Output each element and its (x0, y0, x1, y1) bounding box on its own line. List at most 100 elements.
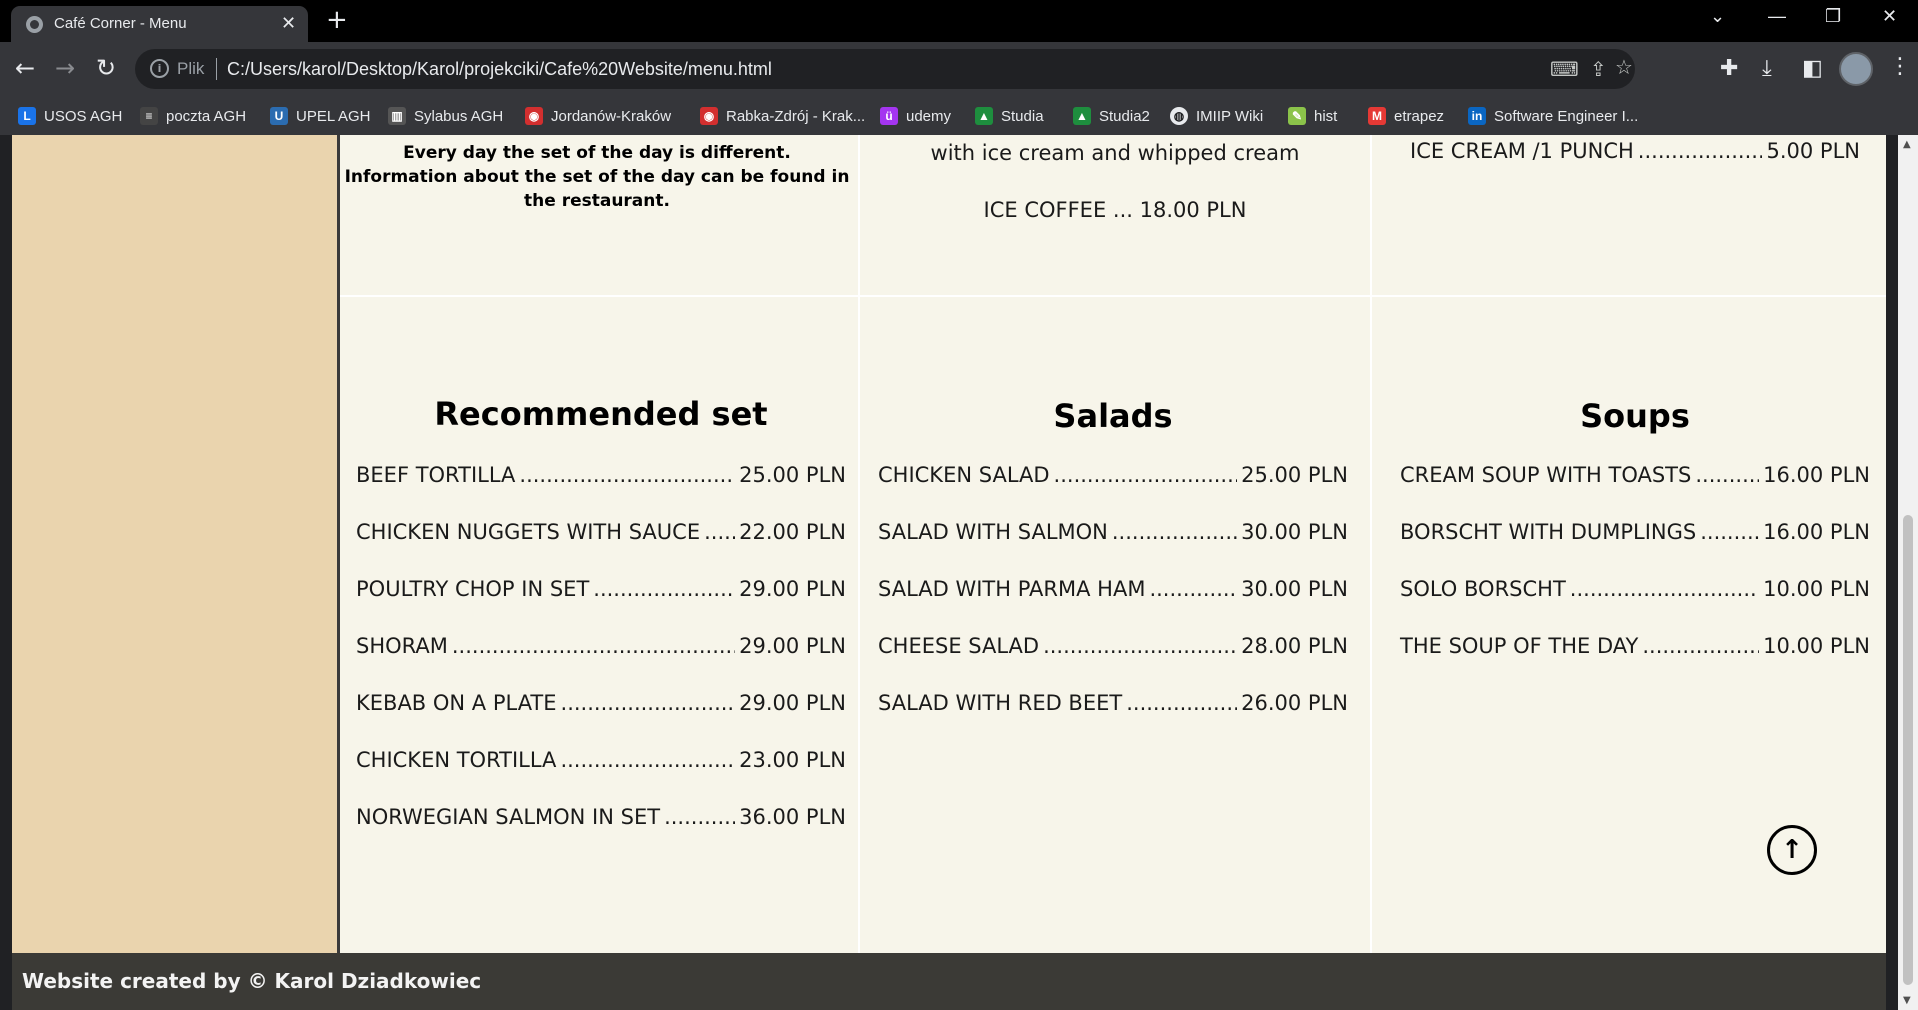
browser-tab[interactable]: Café Corner - Menu ✕ (11, 6, 308, 42)
menu-item: POULTRY CHOP IN SET 29.00 PLN (356, 577, 846, 601)
bookmark-label: IMIIP Wiki (1196, 107, 1264, 125)
menu-item-dots (1695, 463, 1759, 487)
menu-item-name: SHORAM (356, 634, 448, 658)
menu-item-price: 25.00 PLN (1241, 463, 1348, 487)
star-icon[interactable]: ☆ (1615, 55, 1633, 79)
bookmark-item[interactable]: ▲ Studia2 (1073, 104, 1150, 128)
menu-item-name: CHICKEN SALAD (878, 463, 1050, 487)
menu-item-price: 10.00 PLN (1763, 577, 1870, 601)
bookmark-label: Rabka-Zdrój - Krak... (726, 107, 866, 125)
menu-item-dots (1149, 577, 1237, 601)
bookmark-item[interactable]: L USOS AGH (18, 104, 122, 128)
mail-icon: ≡ (140, 107, 158, 125)
forward-icon[interactable]: → (55, 54, 75, 82)
scrollbar-thumb[interactable] (1903, 515, 1913, 985)
bookmark-item[interactable]: Metrapez (1368, 104, 1444, 128)
info-icon[interactable]: i (150, 59, 169, 78)
menu-item-price: 22.00 PLN (739, 520, 846, 544)
bookmark-item[interactable]: ü udemy (880, 104, 951, 128)
close-window-icon[interactable]: ✕ (1882, 6, 1897, 27)
menu-item-name: SOLO BORSCHT (1400, 577, 1566, 601)
address-url[interactable]: C:/Users/karol/Desktop/Karol/projekciki/… (227, 59, 772, 80)
page-viewport: Every day the set of the day is differen… (0, 135, 1898, 1010)
bookmarks-bar: L USOS AGH ≡ poczta AGH U UPEL AGH ▥ Sylabus AG… (0, 97, 1918, 135)
menu-item-name: KEBAB ON A PLATE (356, 691, 557, 715)
tab-title: Café Corner - Menu (54, 15, 187, 32)
address-bar[interactable]: i Plik C:/Users/karol/Desktop/Karol/proj… (135, 49, 1635, 89)
bookmark-item[interactable]: ▥ Sylabus AGH (388, 104, 503, 128)
globe-icon: ◍ (1170, 107, 1188, 125)
menu-item-name: ICE CREAM /1 PUNCH (1410, 139, 1634, 163)
extensions-icon[interactable]: ✚ (1720, 56, 1738, 81)
minimize-icon[interactable]: — (1768, 6, 1786, 27)
ice-coffee-item: ICE COFFEE ... 18.00 PLN (983, 198, 1247, 222)
usos-icon: L (18, 107, 36, 125)
menu-item-price: 30.00 PLN (1241, 520, 1348, 544)
bookmark-item[interactable]: U UPEL AGH (270, 104, 370, 128)
menu-item-dots (1638, 139, 1763, 163)
close-tab-icon[interactable]: ✕ (281, 13, 296, 34)
menu-item-dots (1112, 520, 1237, 544)
profile-avatar[interactable] (1839, 52, 1873, 86)
menu-item-name: SALAD WITH RED BEET (878, 691, 1123, 715)
menu-item: BORSCHT WITH DUMPLINGS 16.00 PLN (1400, 520, 1870, 544)
upel-icon: U (270, 107, 288, 125)
new-tab-button[interactable]: + (326, 5, 348, 35)
download-icon[interactable]: ⤓ (1762, 56, 1772, 81)
bookmark-label: poczta AGH (166, 107, 247, 125)
bookmark-label: Studia (1001, 107, 1044, 125)
menu-item: THE SOUP OF THE DAY 10.00 PLN (1400, 634, 1870, 658)
scroll-up-icon[interactable]: ▲ (1903, 139, 1911, 150)
scroll-to-top-button[interactable]: ↑ (1767, 825, 1817, 875)
bus-icon: ◉ (700, 107, 718, 125)
globe-icon (26, 16, 43, 33)
bookmark-item[interactable]: ✎ hist (1288, 104, 1337, 128)
menu-item-price: 25.00 PLN (739, 463, 846, 487)
ice-coffee-description: with ice cream and whipped cream (930, 141, 1300, 165)
menu-item: NORWEGIAN SALMON IN SET 36.00 PLN (356, 805, 846, 829)
bookmark-label: Sylabus AGH (414, 107, 504, 125)
bookmark-label: hist (1314, 107, 1338, 125)
section-heading: Salads (1053, 397, 1173, 435)
footer: Website created by © Karol Dziadkowiec (12, 953, 1886, 1010)
left-sidebar (12, 135, 340, 953)
menu-item-name: POULTRY CHOP IN SET (356, 577, 590, 601)
restore-icon[interactable]: ❐ (1825, 6, 1841, 27)
menu-item-price: 5.00 PLN (1766, 139, 1860, 163)
menu-item: CHICKEN NUGGETS WITH SAUCE 22.00 PLN (356, 520, 846, 544)
menu-item: CREAM SOUP WITH TOASTS 16.00 PLN (1400, 463, 1870, 487)
tab-search-icon[interactable]: ⌄ (1710, 6, 1725, 27)
bookmark-label: Jordanów-Kraków (551, 107, 672, 125)
bookmark-item[interactable]: ◍ IMIIP Wiki (1170, 104, 1263, 128)
bookmark-item[interactable]: ◉ Rabka-Zdrój - Krak... (700, 104, 865, 128)
translate-icon[interactable]: ⌨ (1550, 57, 1579, 81)
bookmark-item[interactable]: ◉ Jordanów-Kraków (525, 104, 671, 128)
menu-icon[interactable]: ⋮ (1889, 54, 1911, 79)
menu-item-dots (1642, 634, 1759, 658)
section-heading: Soups (1580, 397, 1690, 435)
menu-item: SALAD WITH PARMA HAM 30.00 PLN (878, 577, 1348, 601)
menu-item-dots (1043, 634, 1237, 658)
side-panel-icon[interactable]: ◧ (1802, 56, 1823, 81)
footer-text: Website created by © Karol Dziadkowiec (22, 969, 482, 993)
bookmark-item[interactable]: ≡ poczta AGH (140, 104, 246, 128)
menu-item-dots (1700, 520, 1759, 544)
page-scrollbar[interactable]: ▲ ▼ (1898, 135, 1918, 1010)
menu-item-dots (1570, 577, 1759, 601)
menu-item-name: CHICKEN NUGGETS WITH SAUCE (356, 520, 701, 544)
address-scheme: Plik (177, 59, 205, 78)
menu-item-price: 16.00 PLN (1763, 520, 1870, 544)
menu-item-name: NORWEGIAN SALMON IN SET (356, 805, 661, 829)
bookmark-label: UPEL AGH (296, 107, 371, 125)
bookmark-item[interactable]: ▲ Studia (975, 104, 1044, 128)
share-icon[interactable]: ⇪ (1590, 57, 1607, 81)
menu-item-price: 30.00 PLN (1241, 577, 1348, 601)
scroll-down-icon[interactable]: ▼ (1903, 995, 1911, 1006)
back-icon[interactable]: ← (15, 54, 35, 82)
row-divider (340, 295, 1886, 297)
udemy-icon: ü (880, 107, 898, 125)
bookmark-item[interactable]: in Software Engineer I... (1468, 104, 1638, 128)
reload-icon[interactable]: ↻ (96, 54, 116, 82)
menu-item: SALAD WITH SALMON 30.00 PLN (878, 520, 1348, 544)
hist-icon: ✎ (1288, 107, 1306, 125)
